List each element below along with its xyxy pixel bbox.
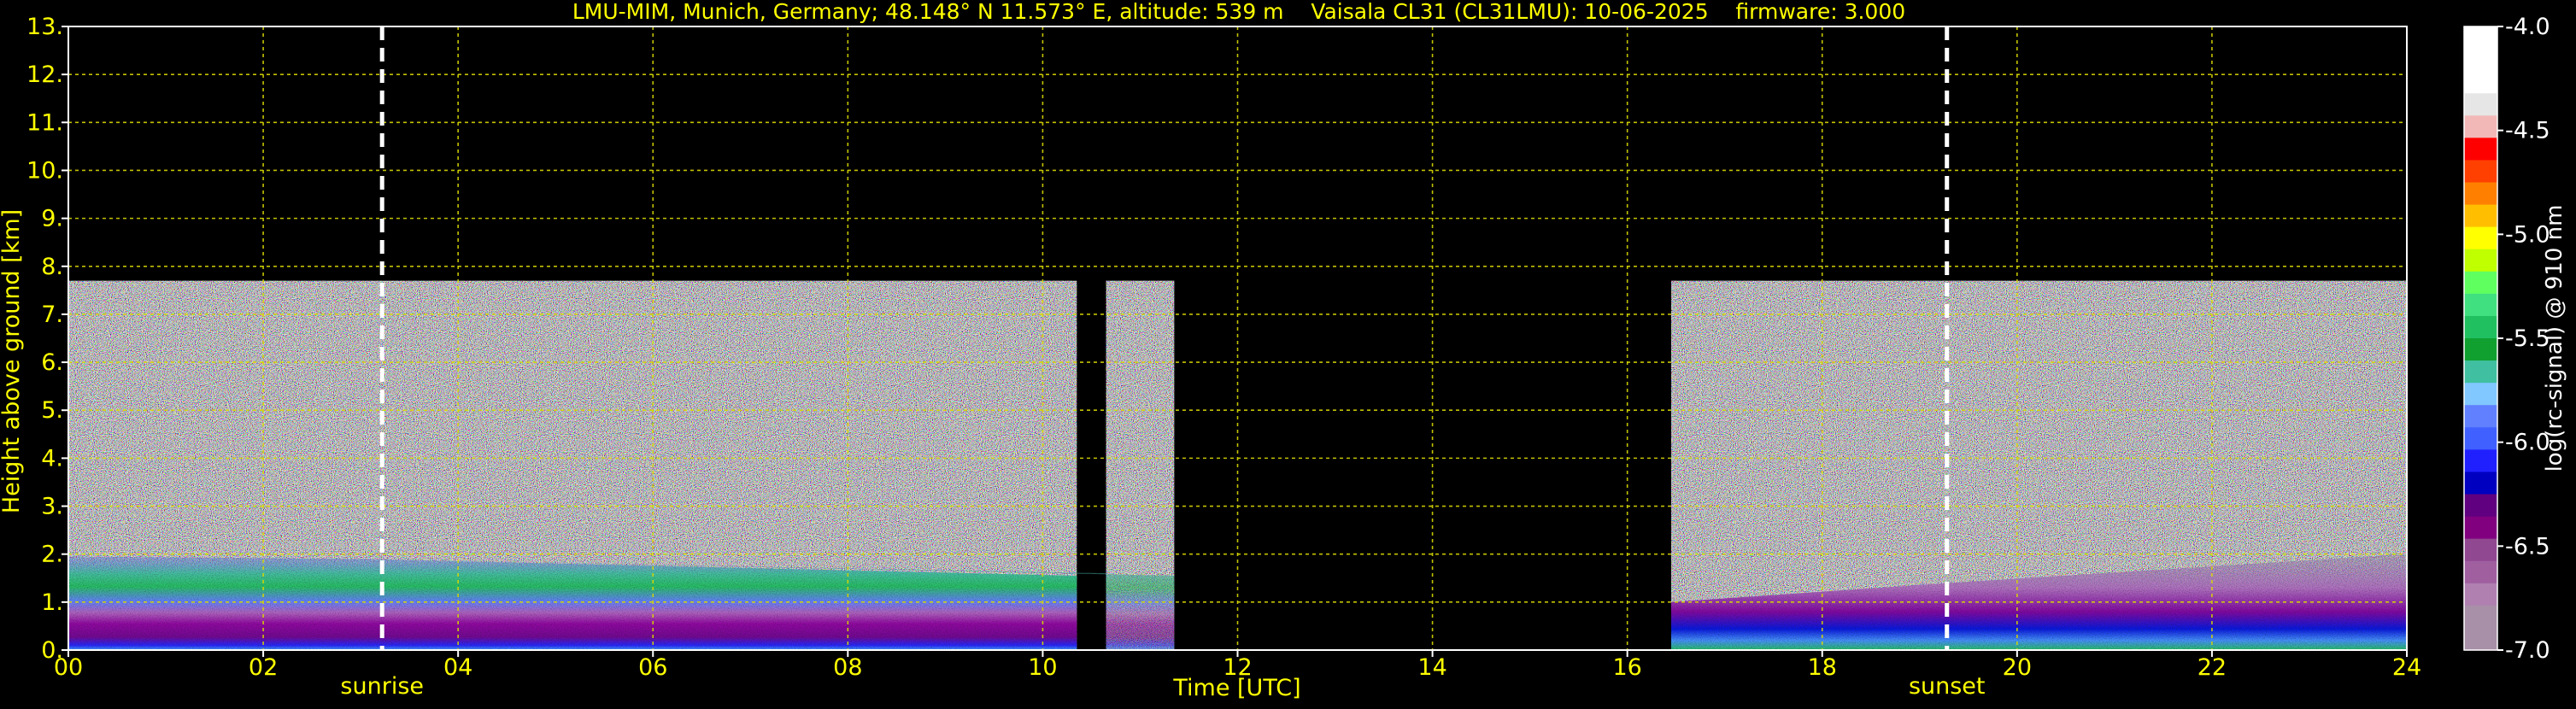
y-tick-label: 9.	[41, 206, 63, 232]
annotation-label: sunset	[1909, 673, 1986, 700]
y-tick-label: 10.	[26, 157, 63, 184]
colorbar-swatch	[2464, 383, 2497, 406]
colorbar-swatch	[2464, 560, 2497, 584]
colorbar-label: log(rc-signal) @ 910 nm	[2542, 205, 2567, 472]
x-tick-label: 20	[2003, 654, 2032, 681]
data-segment-2	[1670, 280, 2407, 650]
colorbar-swatch	[2464, 605, 2497, 629]
y-tick-label: 11.	[26, 109, 63, 136]
colorbar-swatch	[2464, 627, 2497, 651]
x-tick-label: 22	[2198, 654, 2227, 681]
y-tick-label: 8.	[41, 254, 63, 280]
colorbar-swatch	[2464, 427, 2497, 450]
chart-title: LMU-MIM, Munich, Germany; 48.148° N 11.5…	[572, 0, 1905, 24]
x-tick-label: 04	[443, 654, 472, 681]
chart-svg: sunrise sunset 00 02 04 06 08 10 12 14 16 18 20 22 24…	[0, 0, 2567, 701]
ceilometer-chart: sunrise sunset 00 02 04 06 08 10 12 14 16 18 20 22 24…	[0, 0, 2576, 706]
data-segment-0	[68, 280, 1077, 650]
y-tick-label: 6.	[41, 349, 63, 376]
colorbar-swatch	[2464, 293, 2497, 317]
x-tick-label: 18	[1808, 654, 1837, 681]
colorbar-tick-label: -4.0	[2505, 14, 2550, 40]
colorbar-swatch	[2464, 226, 2497, 250]
y-tick-label: 2.	[41, 542, 63, 568]
x-tick-label: 06	[638, 654, 667, 681]
y-tick-label: 4.	[41, 445, 63, 472]
y-tick-label: 13.	[26, 14, 63, 40]
y-tick-label: 5.	[41, 397, 63, 424]
annotation-label: sunrise	[340, 673, 424, 700]
x-axis-label: Time [UTC]	[1172, 675, 1300, 701]
x-tick-label: 08	[833, 654, 862, 681]
colorbar-swatch	[2464, 338, 2497, 361]
colorbar: -4.0-4.5-5.0-5.5-6.0-6.5-7.0	[2463, 14, 2550, 664]
colorbar-swatch	[2464, 249, 2497, 272]
colorbar-swatch	[2464, 583, 2497, 606]
colorbar-tick-label: -4.5	[2505, 118, 2550, 144]
colorbar-swatch	[2464, 360, 2497, 384]
colorbar-swatch	[2464, 494, 2497, 518]
colorbar-swatch	[2464, 472, 2497, 495]
colorbar-swatch	[2464, 315, 2497, 339]
colorbar-swatch	[2464, 160, 2497, 184]
colorbar-swatch	[2464, 93, 2497, 116]
colorbar-swatch	[2464, 182, 2497, 206]
colorbar-swatch	[2464, 204, 2497, 228]
colorbar-swatch	[2464, 516, 2497, 540]
y-axis-label: Height above ground [km]	[0, 209, 25, 513]
colorbar-swatch	[2464, 71, 2497, 94]
y-tick-label: 0.	[41, 637, 63, 664]
data-segments	[68, 26, 2407, 650]
y-tick-label: 3.	[41, 494, 63, 520]
x-tick-label: 14	[1417, 654, 1446, 681]
x-tick-label: 16	[1612, 654, 1641, 681]
x-tick-label: 10	[1028, 654, 1057, 681]
colorbar-tick-label: -7.0	[2505, 637, 2550, 664]
y-tick-label: 7.	[41, 302, 63, 328]
colorbar-swatch	[2464, 538, 2497, 562]
x-tick-label: 24	[2392, 654, 2421, 681]
x-tick-label: 02	[249, 654, 278, 681]
colorbar-swatch	[2464, 271, 2497, 295]
colorbar-tick-label: -6.5	[2505, 533, 2550, 560]
colorbar-swatch	[2464, 26, 2497, 50]
colorbar-swatch	[2464, 449, 2497, 473]
colorbar-swatch	[2464, 115, 2497, 138]
colorbar-swatch	[2464, 138, 2497, 161]
colorbar-swatch	[2464, 405, 2497, 428]
colorbar-swatch	[2464, 49, 2497, 72]
y-tick-label: 12.	[26, 62, 63, 88]
y-tick-label: 1.	[41, 589, 63, 616]
